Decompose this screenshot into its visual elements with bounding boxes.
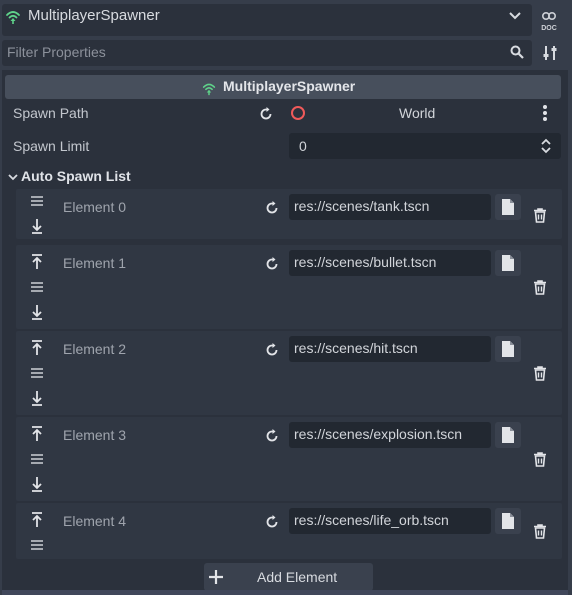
more-options-icon[interactable] <box>542 104 548 122</box>
auto-spawn-list-title[interactable]: Auto Spawn List <box>21 168 131 184</box>
spawn-limit-label: Spawn Limit <box>13 138 90 154</box>
node-path-icon <box>290 105 306 121</box>
doc-icon[interactable]: DOC <box>538 10 560 32</box>
move-down-icon[interactable] <box>30 476 44 492</box>
scene-path-value: res://scenes/bullet.tscn <box>294 254 437 270</box>
revert-icon[interactable] <box>264 256 280 272</box>
spin-arrows-icon[interactable] <box>540 138 552 154</box>
move-up-icon[interactable] <box>30 512 44 528</box>
spawn-path-value[interactable]: World <box>399 105 435 121</box>
add-element-label: Add Element <box>257 569 338 585</box>
move-up-icon[interactable] <box>30 340 44 356</box>
plus-icon <box>206 567 226 587</box>
drag-handle-icon[interactable] <box>30 366 44 380</box>
file-icon[interactable] <box>495 422 521 448</box>
drag-handle-icon[interactable] <box>30 194 44 208</box>
drag-handle-icon[interactable] <box>30 452 44 466</box>
scene-path-field[interactable]: res://scenes/explosion.tscn <box>289 422 491 448</box>
chevron-down-icon <box>508 11 522 21</box>
revert-icon[interactable] <box>264 342 280 358</box>
trash-icon[interactable] <box>532 523 548 539</box>
file-icon[interactable] <box>495 508 521 534</box>
drag-handle-icon[interactable] <box>30 538 44 552</box>
spawn-limit-field[interactable] <box>289 133 561 159</box>
move-down-icon[interactable] <box>30 390 44 406</box>
move-down-icon[interactable] <box>30 304 44 320</box>
scene-path-value: res://scenes/explosion.tscn <box>294 426 463 442</box>
node-select-label: MultiplayerSpawner <box>28 7 160 24</box>
element-label: Element 0 <box>63 199 127 215</box>
revert-icon[interactable] <box>264 514 280 530</box>
spawn-path-label: Spawn Path <box>13 105 89 121</box>
scene-path-field[interactable]: res://scenes/bullet.tscn <box>289 250 491 276</box>
trash-icon[interactable] <box>532 279 548 295</box>
settings-sliders-icon[interactable] <box>542 45 558 61</box>
revert-icon[interactable] <box>264 428 280 444</box>
revert-icon[interactable] <box>264 200 280 216</box>
element-label: Element 3 <box>63 427 127 443</box>
scene-path-value: res://scenes/life_orb.tscn <box>294 512 449 528</box>
element-label: Element 2 <box>63 341 127 357</box>
trash-icon[interactable] <box>532 451 548 467</box>
move-up-icon[interactable] <box>30 254 44 270</box>
file-icon[interactable] <box>495 250 521 276</box>
section-title: MultiplayerSpawner <box>223 78 356 94</box>
multiplayer-signal-icon <box>4 7 22 25</box>
filter-properties-field[interactable] <box>2 40 532 66</box>
element-label: Element 1 <box>63 255 127 271</box>
trash-icon[interactable] <box>532 365 548 381</box>
element-label: Element 4 <box>63 513 127 529</box>
scene-path-value: res://scenes/tank.tscn <box>294 198 430 214</box>
trash-icon[interactable] <box>532 207 548 223</box>
scene-path-field[interactable]: res://scenes/hit.tscn <box>289 336 491 362</box>
bottom-divider <box>2 590 568 595</box>
move-down-icon[interactable] <box>30 218 44 234</box>
collapse-chevron-icon[interactable] <box>7 168 19 186</box>
scene-path-field[interactable]: res://scenes/tank.tscn <box>289 194 491 220</box>
move-up-icon[interactable] <box>30 426 44 442</box>
scene-path-value: res://scenes/hit.tscn <box>294 340 418 356</box>
file-icon[interactable] <box>495 194 521 220</box>
revert-icon[interactable] <box>258 106 274 122</box>
filter-properties-input[interactable] <box>7 44 477 60</box>
spawn-limit-value: 0 <box>299 138 307 154</box>
svg-text:DOC: DOC <box>541 25 557 32</box>
drag-handle-icon[interactable] <box>30 280 44 294</box>
search-icon <box>510 45 524 59</box>
scene-path-field[interactable]: res://scenes/life_orb.tscn <box>289 508 491 534</box>
multiplayer-signal-icon <box>201 80 217 96</box>
file-icon[interactable] <box>495 336 521 362</box>
